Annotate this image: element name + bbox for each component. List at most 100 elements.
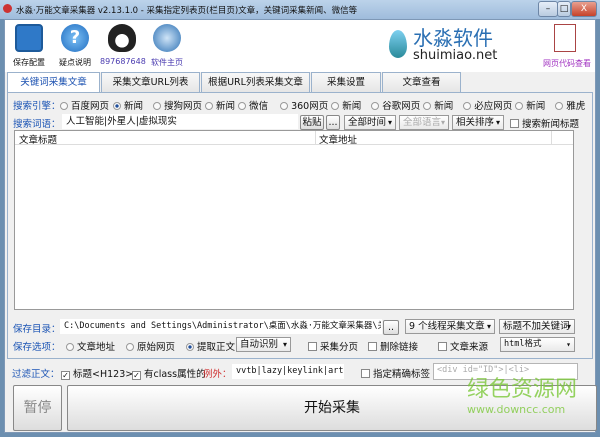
minimize-button[interactable]: –: [538, 1, 558, 17]
qq-penguin-icon: [108, 24, 136, 52]
radio-label: 必应网页: [474, 101, 513, 112]
words-label: 搜索词语：: [13, 119, 61, 130]
tool-label: 897687648: [100, 57, 146, 66]
maximize-button[interactable]: □: [557, 1, 571, 17]
radio-label: 新闻: [434, 101, 454, 112]
precise-tag-checkbox[interactable]: 指定精确标签: [361, 366, 430, 380]
paste-button[interactable]: 粘贴: [300, 115, 324, 130]
html-view-link[interactable]: 网页代码查看: [543, 58, 591, 69]
checkbox-label: 删除链接: [380, 342, 419, 353]
tool-label: 疑点说明: [59, 58, 91, 67]
engine-label: 搜索引擎：: [13, 101, 61, 112]
radio-label: 文章地址: [77, 342, 116, 353]
radio-label: 新闻: [342, 101, 362, 112]
main-window: 保存配置 ? 疑点说明 897687648 软件主页 水淼软件 shuimiao.…: [4, 19, 597, 433]
source-checkbox[interactable]: 文章来源: [438, 339, 488, 353]
radio-label: 原始网页: [137, 342, 176, 353]
engine-radio[interactable]: 新闻: [423, 98, 453, 112]
tab-view-articles[interactable]: 文章查看: [382, 72, 461, 92]
save-dir-label: 保存目录：: [13, 324, 61, 335]
tab-keyword-collect[interactable]: 关键词采集文章: [7, 72, 100, 93]
article-list[interactable]: 文章标题 文章地址: [14, 130, 574, 310]
engine-radio[interactable]: 新闻: [515, 98, 545, 112]
window-title: 水淼·万能文章采集器 v2.13.1.0 - 采集指定列表页(栏目页)文章，关键…: [16, 6, 358, 16]
radio-label: 新闻: [124, 101, 144, 112]
radio-label: 雅虎: [566, 101, 586, 112]
save-config-button[interactable]: 保存配置: [7, 24, 51, 68]
help-icon: ?: [61, 24, 89, 52]
class-attr-checkbox[interactable]: ✓ 有class属性的: [132, 366, 206, 380]
format-select[interactable]: html格式: [500, 337, 575, 352]
homepage-link[interactable]: 软件主页: [145, 24, 189, 68]
pause-button[interactable]: 暂停: [13, 385, 62, 431]
delete-link-checkbox[interactable]: 删除链接: [368, 339, 418, 353]
engine-radio[interactable]: 百度网页: [60, 98, 109, 112]
col-title: 文章标题: [19, 135, 58, 146]
opt-raw-radio[interactable]: 原始网页: [126, 339, 175, 353]
watermark-url: www.downcc.com: [467, 403, 566, 416]
checkbox-label: 采集分页: [320, 342, 359, 353]
title-keyword-select[interactable]: 标题不加关键词: [499, 319, 575, 334]
floppy-disk-icon: [15, 24, 43, 52]
filter-label: 过滤正文：: [12, 369, 60, 380]
tab-collect-by-url[interactable]: 根据URL列表采集文章: [201, 72, 310, 92]
more-button[interactable]: ...: [326, 115, 340, 130]
toolbar: 保存配置 ? 疑点说明 897687648 软件主页 水淼软件 shuimiao.…: [5, 20, 595, 72]
tab-url-list[interactable]: 采集文章URL列表: [101, 72, 200, 92]
radio-label: 微信: [249, 101, 269, 112]
radio-label: 360网页: [291, 101, 329, 112]
save-options-label: 保存选项：: [13, 342, 61, 353]
brand-url: shuimiao.net: [413, 48, 498, 63]
engine-radio[interactable]: 360网页: [280, 98, 328, 112]
engine-radio[interactable]: 搜狗网页: [153, 98, 202, 112]
app-icon: [3, 4, 12, 13]
browse-button[interactable]: ..: [383, 320, 399, 335]
engine-radio[interactable]: 雅虎: [555, 98, 585, 112]
checkbox-label: 文章来源: [450, 342, 489, 353]
brand-name: 水淼软件: [413, 26, 493, 50]
radio-label: 提取正文: [197, 342, 236, 353]
checkbox-label: 搜索新闻标题: [522, 119, 580, 130]
paging-checkbox[interactable]: 采集分页: [308, 339, 358, 353]
close-button[interactable]: X: [571, 1, 597, 17]
time-select[interactable]: 全部时间: [344, 115, 396, 130]
except-input[interactable]: vvtb|lazy|keylink|art_t: [232, 364, 344, 379]
col-url: 文章地址: [319, 135, 358, 146]
language-select: 全部语言: [399, 115, 449, 130]
tab-settings[interactable]: 采集设置: [311, 72, 381, 92]
qq-link[interactable]: 897687648: [100, 24, 146, 66]
list-header: 文章标题 文章地址: [15, 131, 573, 146]
globe-icon: [153, 24, 181, 52]
radio-label: 搜狗网页: [164, 101, 203, 112]
engine-radio[interactable]: 新闻: [113, 98, 143, 112]
radio-label: 百度网页: [71, 101, 110, 112]
engine-radio[interactable]: 新闻: [331, 98, 361, 112]
title-tag-checkbox[interactable]: ✓ 标题<H123>: [61, 366, 133, 380]
news-title-checkbox[interactable]: 搜索新闻标题: [510, 116, 579, 130]
watermark-name: 绿色资源网: [467, 377, 578, 402]
opt-body-radio[interactable]: 提取正文: [186, 339, 235, 353]
html-file-icon[interactable]: [554, 24, 576, 52]
save-dir-input[interactable]: C:\Documents and Settings\Administrator\…: [60, 319, 382, 334]
engine-radio[interactable]: 必应网页: [463, 98, 512, 112]
checkbox-label: 指定精确标签: [373, 369, 431, 380]
tool-label: 软件主页: [151, 58, 183, 67]
opt-url-radio[interactable]: 文章地址: [66, 339, 115, 353]
checkbox-label: 有class属性的: [144, 369, 206, 380]
auto-detect-select[interactable]: 自动识别: [236, 337, 291, 352]
keyword-panel: 搜索引擎： 百度网页 新闻 搜狗网页 新闻 微信 360网页 新闻 谷歌网页 新闻 必应网页 新闻 雅…: [7, 92, 593, 359]
radio-label: 新闻: [526, 101, 546, 112]
water-drop-logo-icon: [389, 30, 407, 58]
engine-radio[interactable]: 微信: [238, 98, 268, 112]
tool-label: 保存配置: [13, 58, 45, 67]
engine-radios: 百度网页 新闻 搜狗网页 新闻 微信 360网页 新闻 谷歌网页 新闻 必应网页 新闻 雅虎: [60, 98, 585, 112]
search-words-input[interactable]: 人工智能|外星人|虚拟现实: [62, 114, 298, 129]
engine-radio[interactable]: 谷歌网页: [371, 98, 420, 112]
sort-select[interactable]: 相关排序: [452, 115, 504, 130]
engine-radio[interactable]: 新闻: [205, 98, 235, 112]
radio-label: 新闻: [216, 101, 236, 112]
checkbox-label: 标题<H123>: [73, 369, 134, 380]
radio-label: 谷歌网页: [382, 101, 421, 112]
threads-select[interactable]: 9 个线程采集文章: [405, 319, 495, 334]
help-button[interactable]: ? 疑点说明: [53, 24, 97, 68]
